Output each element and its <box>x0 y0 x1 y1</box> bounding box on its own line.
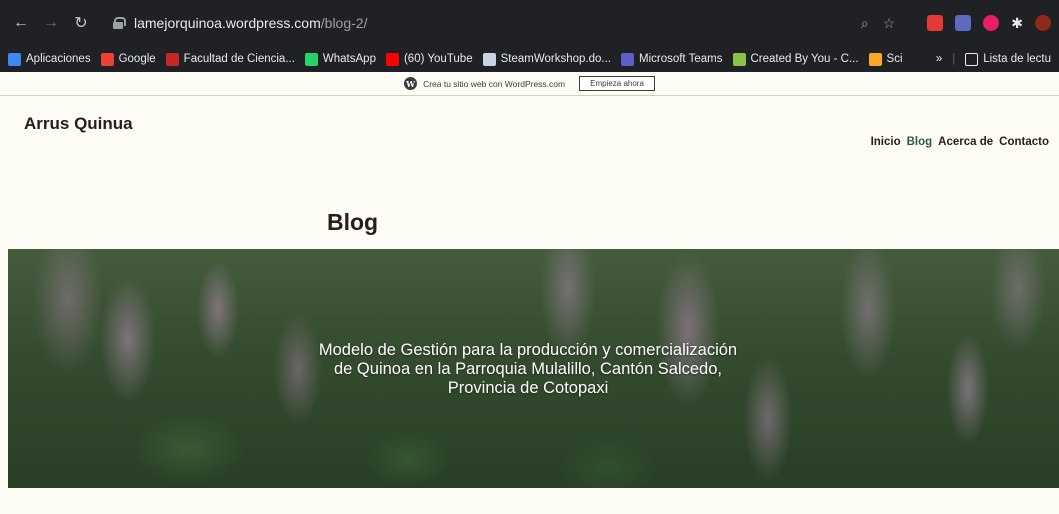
url-path: /blog-2/ <box>320 15 368 31</box>
hero-banner: Modelo de Gestión para la producción y c… <box>8 249 1059 488</box>
bookmark-label: Sci <box>886 53 903 65</box>
bookmark-item[interactable]: Google <box>100 52 156 66</box>
bookmark-icon <box>100 52 114 66</box>
nav-item-inicio[interactable]: Inicio <box>871 136 901 148</box>
back-icon[interactable]: ← <box>8 10 34 36</box>
bookmark-icon <box>620 52 634 66</box>
nav-item-acerca-de[interactable]: Acerca de <box>938 136 993 148</box>
bookmarks-bar: Aplicaciones Google Facultad de Ciencia...… <box>0 46 1059 72</box>
extension-icon[interactable] <box>955 15 972 31</box>
bookmark-label: Created By You - C... <box>750 53 859 65</box>
bookmark-label: (60) YouTube <box>403 53 473 65</box>
site-content: Arrus Quinua Inicio Blog Acerca de Contacto… <box>0 96 1059 488</box>
nav-item-blog[interactable]: Blog <box>907 136 933 148</box>
wordpress-banner: W Crea tu sitio web con WordPress.com Em… <box>0 72 1059 96</box>
zoom-icon[interactable]: ⌕ <box>861 15 869 32</box>
bookmark-label: Microsoft Teams <box>638 53 723 65</box>
reading-list[interactable]: Lista de lectu <box>965 52 1051 66</box>
bookmarks-overflow-icon[interactable]: » <box>936 53 942 65</box>
browser-toolbar: ← → ↻ lamejorquinoa.wordpress.com/blog-2… <box>0 0 1059 46</box>
reading-list-label: Lista de lectu <box>983 53 1051 65</box>
url-host: lamejorquinoa.wordpress.com <box>134 15 321 31</box>
nav-item-contacto[interactable]: Contacto <box>999 136 1049 148</box>
wordpress-banner-text[interactable]: Crea tu sitio web con WordPress.com <box>423 79 565 89</box>
wordpress-logo-icon: W <box>404 77 418 90</box>
bookmark-item[interactable]: Created By You - C... <box>732 52 859 66</box>
hero-text: Modelo de Gestión para la producción y c… <box>318 341 738 397</box>
reload-icon[interactable]: ↻ <box>68 10 94 36</box>
extension-icon[interactable] <box>983 15 1000 31</box>
avatar[interactable] <box>1035 15 1051 31</box>
bookmark-item[interactable]: Microsoft Teams <box>620 52 723 66</box>
lock-icon[interactable] <box>112 17 126 29</box>
bookmark-icon <box>868 52 882 66</box>
bookmark-item[interactable]: (60) YouTube <box>385 52 473 66</box>
bookmark-item[interactable]: SteamWorkshop.do... <box>482 52 611 66</box>
puzzle-icon[interactable]: ✱ <box>1011 15 1023 32</box>
bookmark-label: Facultad de Ciencia... <box>183 53 295 65</box>
address-bar[interactable]: lamejorquinoa.wordpress.com/blog-2/ ⌕ ☆ <box>102 8 906 38</box>
bookmark-label: Google <box>118 53 156 65</box>
extension-icon[interactable] <box>927 15 944 31</box>
bookmark-label: Aplicaciones <box>26 53 91 65</box>
bookmark-item[interactable]: WhatsApp <box>304 52 376 66</box>
site-nav: Inicio Blog Acerca de Contacto <box>871 136 1049 148</box>
star-icon[interactable]: ☆ <box>883 15 896 32</box>
reading-list-icon <box>965 52 979 66</box>
bookmark-icon <box>8 52 21 66</box>
bookmark-icon <box>482 52 496 66</box>
forward-icon[interactable]: → <box>38 10 64 36</box>
get-started-button[interactable]: Empieza ahora <box>579 76 655 91</box>
browser-chrome: ← → ↻ lamejorquinoa.wordpress.com/blog-2… <box>0 0 1059 72</box>
extensions-area: ✱ <box>927 15 1051 32</box>
bookmark-icon <box>165 52 179 66</box>
bookmark-icon <box>304 52 318 66</box>
bookmark-label: WhatsApp <box>322 53 376 65</box>
bookmarks-divider: | <box>952 53 956 65</box>
bookmark-item[interactable]: Aplicaciones <box>8 52 91 66</box>
url-text[interactable]: lamejorquinoa.wordpress.com/blog-2/ <box>134 15 367 31</box>
bookmark-icon <box>385 52 399 66</box>
bookmark-item[interactable]: Facultad de Ciencia... <box>165 52 295 66</box>
bookmark-icon <box>732 52 746 66</box>
bookmark-label: SteamWorkshop.do... <box>500 53 611 65</box>
bookmark-item[interactable]: Sci <box>868 52 903 66</box>
site-title[interactable]: Arrus Quinua <box>24 114 133 134</box>
page-title: Blog <box>327 209 379 235</box>
